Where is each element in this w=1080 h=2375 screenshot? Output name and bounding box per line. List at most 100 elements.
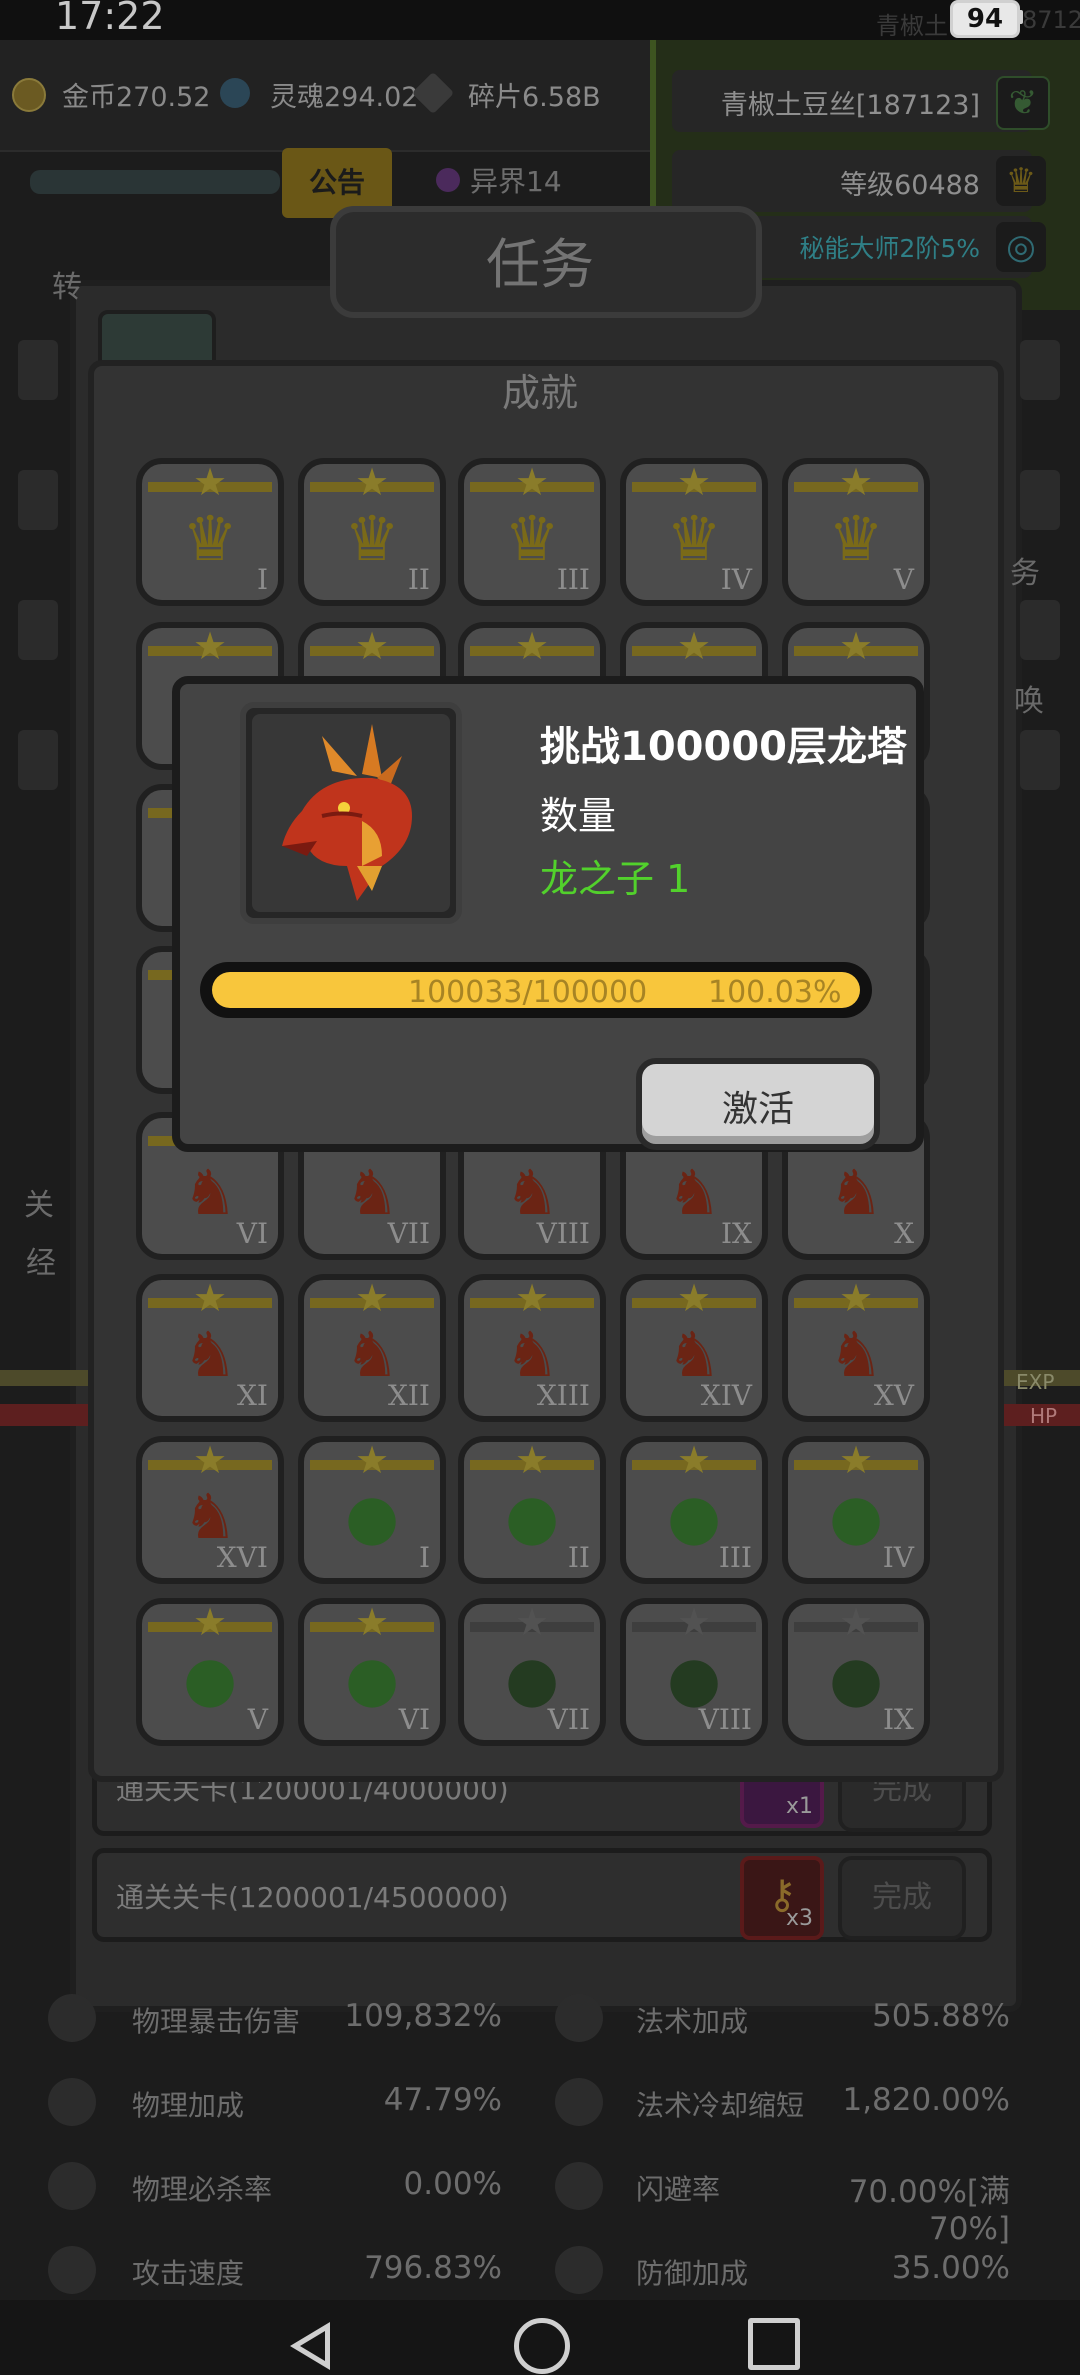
star-icon: ★ — [838, 460, 874, 504]
quest-reward-qty: x3 — [786, 1906, 814, 1931]
achievement-tile-slime[interactable]: ★ ● IX — [782, 1598, 930, 1746]
side-menu-button[interactable] — [18, 730, 58, 790]
star-icon: ★ — [838, 624, 874, 668]
achievement-tile-dragon[interactable]: ★ ♞ XI — [136, 1274, 284, 1422]
achievement-tile-slime[interactable]: ★ ● IV — [782, 1436, 930, 1584]
cooldown-icon — [555, 2078, 603, 2126]
side-label: 唤 — [1014, 684, 1044, 719]
back-icon-inner — [300, 2331, 325, 2361]
stat-label: 物理必杀率 — [132, 2173, 273, 2206]
tile-rank: XIV — [700, 1379, 752, 1412]
stat-value: 0.00% — [403, 2166, 502, 2202]
attack-speed-icon — [48, 2246, 96, 2294]
stat-value: 47.79% — [383, 2082, 502, 2118]
tile-rank: V — [247, 1703, 268, 1736]
side-label: 转 — [52, 270, 82, 305]
achievement-tile-trophy[interactable]: ★ ♛ II — [298, 458, 446, 606]
star-icon: ★ — [354, 624, 390, 668]
stage-label: 关 — [24, 1188, 54, 1223]
achievement-tile-trophy[interactable]: ★ ♛ IV — [620, 458, 768, 606]
soul-icon — [220, 78, 250, 108]
achievement-tile-dragon[interactable]: ★ ♞ XVI — [136, 1436, 284, 1584]
exp-label: 经 — [26, 1246, 56, 1281]
achievement-name: 挑战100000层龙塔 — [540, 724, 907, 770]
tile-rank: IV — [720, 563, 752, 596]
achievement-tile-slime[interactable]: ★ ● VIII — [620, 1598, 768, 1746]
stat-value: 1,820.00% — [842, 2082, 1010, 2118]
quantity-label: 数量 — [540, 794, 617, 838]
achievement-tile-slime[interactable]: ★ ● V — [136, 1598, 284, 1746]
hp-tag: HP — [1030, 1404, 1058, 1428]
side-menu-button[interactable] — [18, 470, 58, 530]
achievement-tile-dragon[interactable]: ★ ♞ XV — [782, 1274, 930, 1422]
tile-rank: V — [893, 563, 914, 596]
physical-bonus-icon — [48, 2078, 96, 2126]
achievement-tile-dragon[interactable]: ★ ♞ XIII — [458, 1274, 606, 1422]
achievement-tile-slime[interactable]: ★ ● VI — [298, 1598, 446, 1746]
status-faded-id: 87123 — [1022, 6, 1080, 34]
tile-rank: VI — [236, 1217, 268, 1250]
tile-rank: VII — [547, 1703, 590, 1736]
achievement-tile-slime[interactable]: ★ ● II — [458, 1436, 606, 1584]
star-icon: ★ — [192, 624, 228, 668]
tile-rank: XI — [237, 1379, 268, 1412]
status-faded-name: 青椒土 — [876, 12, 948, 40]
gold-amount: 金币270.52 — [62, 82, 211, 113]
stat-label: 防御加成 — [636, 2257, 749, 2290]
stat-label: 法术冷却缩短 — [636, 2089, 805, 2122]
tile-rank: IX — [721, 1217, 752, 1250]
achievement-tile-slime[interactable]: ★ ● III — [620, 1436, 768, 1584]
progress-count: 100033/100000 — [408, 975, 648, 1010]
star-icon: ★ — [192, 1600, 228, 1644]
achievement-tile-dragon[interactable]: ★ ♞ XIV — [620, 1274, 768, 1422]
tile-rank: II — [407, 563, 430, 596]
defense-icon — [555, 2246, 603, 2294]
side-menu-button[interactable] — [18, 600, 58, 660]
star-icon: ★ — [354, 460, 390, 504]
quest-text: 通关关卡(1200001/4500000) — [116, 1881, 509, 1914]
star-icon: ★ — [676, 460, 712, 504]
exp-tag: EXP — [1016, 1370, 1055, 1394]
tile-rank: XV — [873, 1379, 914, 1412]
side-menu-button[interactable] — [18, 340, 58, 400]
star-icon: ★ — [192, 1438, 228, 1482]
star-icon: ★ — [514, 460, 550, 504]
quest-reward-qty: x1 — [786, 1794, 814, 1819]
achievement-tile-dragon[interactable]: ★ ♞ XII — [298, 1274, 446, 1422]
shard-amount: 碎片6.58B — [468, 82, 601, 113]
star-icon: ★ — [354, 1438, 390, 1482]
achievement-tile-slime[interactable]: ★ ● VII — [458, 1598, 606, 1746]
tile-rank: I — [256, 563, 268, 596]
star-icon: ★ — [838, 1438, 874, 1482]
star-icon: ★ — [676, 1600, 712, 1644]
tile-rank: VIII — [698, 1703, 752, 1736]
reward-text: 龙之子 1 — [540, 857, 691, 901]
quest-complete-button[interactable]: 完成 — [838, 1856, 966, 1940]
achievement-tile-trophy[interactable]: ★ ♛ I — [136, 458, 284, 606]
battery-icon: 94 — [950, 0, 1020, 38]
star-icon: ★ — [838, 1276, 874, 1320]
side-menu-button[interactable] — [1020, 340, 1060, 400]
stat-label: 物理加成 — [132, 2089, 245, 2122]
soul-amount: 灵魂294.02 — [270, 82, 419, 113]
home-icon[interactable] — [514, 2318, 570, 2374]
tile-rank: II — [567, 1541, 590, 1574]
tab-otherworld[interactable]: 异界14 — [428, 160, 562, 200]
kill-rate-icon — [48, 2162, 96, 2210]
recent-apps-icon[interactable] — [748, 2318, 800, 2370]
side-menu-button[interactable] — [1020, 600, 1060, 660]
achievement-title: 成就 — [501, 371, 578, 415]
achievement-tile-trophy[interactable]: ★ ♛ V — [782, 458, 930, 606]
achievement-tile-slime[interactable]: ★ ● I — [298, 1436, 446, 1584]
feather-icon[interactable]: ❦ — [996, 76, 1050, 130]
side-menu-button[interactable] — [1020, 470, 1060, 530]
crown-icon: ♛ — [996, 156, 1046, 206]
player-level: 等级60488 — [840, 170, 980, 201]
tile-rank: IV — [882, 1541, 914, 1574]
stat-value: 70.00%[满70%] — [848, 2174, 1010, 2247]
achievement-tile-trophy[interactable]: ★ ♛ III — [458, 458, 606, 606]
activate-button[interactable]: 激活 — [636, 1058, 880, 1150]
side-menu-button[interactable] — [1020, 730, 1060, 790]
tile-rank: III — [556, 563, 590, 596]
tile-rank: VI — [398, 1703, 430, 1736]
